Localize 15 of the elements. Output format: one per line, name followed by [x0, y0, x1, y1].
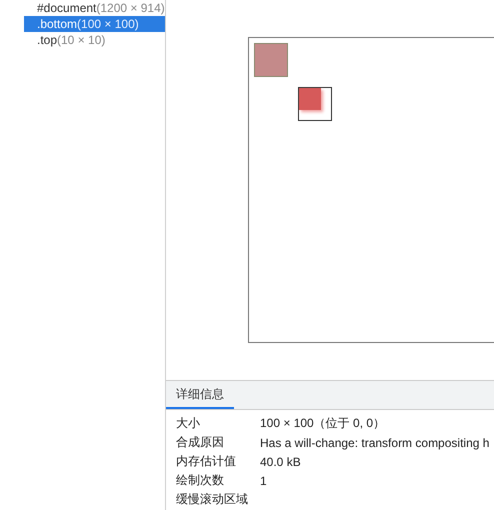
- property-value: 40.0 kB: [260, 454, 301, 468]
- property-label: 缓慢滚动区域: [176, 491, 249, 508]
- layer-item[interactable]: .bottom(100 × 100): [24, 16, 165, 32]
- layer-square: [254, 43, 288, 77]
- layer-square: [298, 87, 332, 121]
- property-value: Has a will-change: transform compositing h: [260, 436, 490, 450]
- property-value: 100 × 100（位于 0, 0）: [260, 415, 386, 432]
- layer-item[interactable]: #document(1200 × 914): [24, 0, 165, 16]
- layer-item[interactable]: .top(10 × 10): [24, 32, 165, 48]
- property-label: 合成原因: [176, 434, 225, 451]
- property-label: 内存估计值: [176, 453, 237, 470]
- property-label: 大小: [176, 415, 201, 432]
- property-value: 1: [260, 474, 267, 488]
- property-label: 绘制次数: [176, 472, 225, 489]
- details-tab[interactable]: 详细信息: [166, 381, 234, 409]
